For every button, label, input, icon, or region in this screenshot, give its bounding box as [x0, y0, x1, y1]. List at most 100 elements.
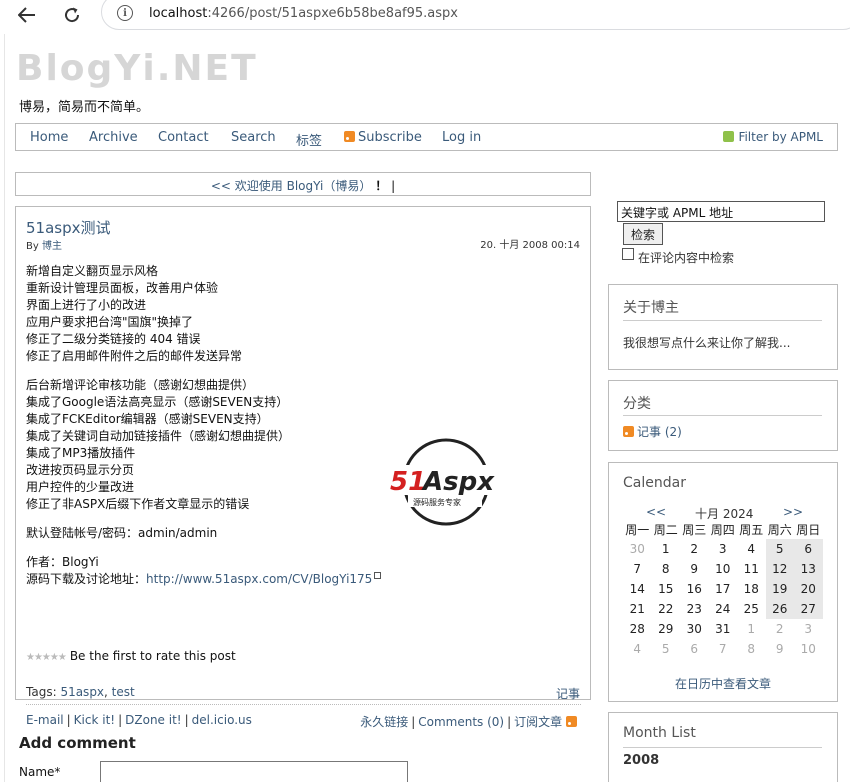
search-button[interactable]: 检索 [623, 223, 663, 245]
calendar-day[interactable]: 10 [794, 639, 823, 659]
calendar-day[interactable]: 9 [766, 639, 795, 659]
calendar-day[interactable]: 29 [652, 619, 681, 639]
calendar-day[interactable]: 27 [794, 599, 823, 619]
calendar-day[interactable]: 24 [709, 599, 738, 619]
calendar-day[interactable]: 7 [623, 559, 652, 579]
rss-icon[interactable] [566, 716, 577, 727]
calendar-day[interactable]: 5 [652, 639, 681, 659]
subscribe-post-link[interactable]: 订阅文章 [514, 715, 562, 729]
filter-apml-link[interactable]: Filter by APML [723, 130, 823, 144]
categories-title: 分类 [623, 396, 651, 412]
calendar-day[interactable]: 5 [765, 539, 794, 559]
tag-link[interactable]: test [112, 685, 135, 699]
monthlist-box: Month List 2008 [608, 712, 838, 782]
svg-text:源码服务专家: 源码服务专家 [413, 497, 461, 507]
calendar-view-link[interactable]: 在日历中查看文章 [609, 675, 837, 692]
calendar-day[interactable]: 30 [680, 619, 709, 639]
calendar-day[interactable]: 12 [765, 559, 794, 579]
calendar-day[interactable]: 2 [680, 539, 709, 559]
post-title[interactable]: 51aspx测试 [26, 217, 111, 238]
calendar-day[interactable]: 8 [737, 639, 766, 659]
calendar-day[interactable]: 1 [652, 539, 681, 559]
rating-stars-icon[interactable]: ★★★★★ [26, 652, 67, 663]
calendar-day[interactable]: 8 [652, 559, 681, 579]
calendar-day[interactable]: 31 [709, 619, 738, 639]
menu-archive[interactable]: Archive [89, 130, 138, 145]
calendar-day[interactable]: 30 [623, 539, 652, 559]
divider [623, 415, 822, 416]
site-title[interactable]: BlogYi.NET [16, 48, 258, 89]
calendar-day[interactable]: 15 [652, 579, 681, 599]
calendar-weekday: 周五 [739, 522, 764, 537]
search-input[interactable]: 关键字或 APML 地址 [617, 201, 825, 222]
site-info-icon[interactable]: i [117, 5, 133, 21]
share-delicious[interactable]: del.icio.us [192, 713, 252, 727]
calendar-prev[interactable]: << [646, 505, 666, 519]
calendar-day[interactable]: 4 [623, 639, 652, 659]
calendar-day[interactable]: 17 [709, 579, 738, 599]
share-kickit[interactable]: Kick it! [74, 713, 115, 727]
calendar-day[interactable]: 11 [737, 559, 766, 579]
share-links: E-mail | Kick it! | DZone it! | del.icio.us [26, 713, 252, 727]
post-byline: By 博主 [26, 241, 62, 252]
calendar-day[interactable]: 10 [709, 559, 738, 579]
search-comments-checkbox[interactable] [622, 248, 634, 260]
calendar-day[interactable]: 28 [623, 619, 652, 639]
calendar-day[interactable]: 7 [709, 639, 738, 659]
post-author-link[interactable]: 博主 [42, 241, 62, 252]
tag-link[interactable]: 51aspx [60, 685, 104, 699]
calendar-day[interactable]: 20 [794, 579, 823, 599]
calendar-day[interactable]: 22 [652, 599, 681, 619]
calendar-day[interactable]: 18 [737, 579, 766, 599]
calendar-day[interactable]: 16 [680, 579, 709, 599]
calendar-day[interactable]: 9 [680, 559, 709, 579]
author-line: 作者：BlogYi [26, 555, 99, 569]
calendar-day[interactable]: 3 [709, 539, 738, 559]
welcome-link[interactable]: << 欢迎使用 BlogYi（博易） [211, 179, 372, 193]
name-label: Name* [19, 765, 61, 779]
category-item-link[interactable]: 记事 (2) [623, 423, 682, 440]
calendar-day[interactable]: 1 [737, 619, 766, 639]
calendar-day[interactable]: 13 [794, 559, 823, 579]
share-email[interactable]: E-mail [26, 713, 64, 727]
calendar-day[interactable]: 3 [794, 619, 823, 639]
menu-contact[interactable]: Contact [158, 130, 209, 145]
calendar-day[interactable]: 25 [737, 599, 766, 619]
menu-tags[interactable]: 标签 [296, 130, 322, 149]
about-title: 关于博主 [623, 300, 679, 316]
reload-icon[interactable] [59, 3, 85, 27]
comments-link[interactable]: Comments (0) [418, 715, 504, 729]
post-body: 新增自定义翻页显示风格 重新设计管理员面板，改善用户体验 界面上进行了小的改进 … [26, 263, 546, 588]
calendar-day[interactable]: 2 [766, 619, 795, 639]
menu-search[interactable]: Search [231, 130, 276, 145]
share-dzone[interactable]: DZone it! [125, 713, 181, 727]
calendar-grid: 周一 周二 周三 周四 周五 周六 周日 30 1 2 3 4 5 6 7 8 9 10 11 12 13 14 15 16… [623, 519, 823, 659]
permalink[interactable]: 永久链接 [360, 715, 408, 729]
calendar-next[interactable]: >> [783, 505, 803, 519]
calendar-day[interactable]: 26 [765, 599, 794, 619]
calendar-day[interactable]: 23 [680, 599, 709, 619]
calendar-day[interactable]: 6 [794, 539, 823, 559]
menu-home[interactable]: Home [30, 130, 68, 145]
menu-subscribe[interactable]: Subscribe [344, 130, 422, 145]
post-category-link[interactable]: 记事 [556, 685, 580, 702]
main-menu: Home Archive Contact Search 标签 Subscribe… [15, 123, 838, 151]
calendar-day[interactable]: 6 [680, 639, 709, 659]
calendar-weekday: 周二 [653, 522, 678, 537]
post-rating: ★★★★★ Be the first to rate this post [26, 649, 236, 663]
calendar-day[interactable]: 14 [623, 579, 652, 599]
rss-icon[interactable] [623, 426, 634, 437]
calendar-day[interactable]: 21 [623, 599, 652, 619]
monthlist-year[interactable]: 2008 [623, 753, 659, 768]
external-link-icon [374, 572, 382, 579]
url-text[interactable]: localhost:4266/post/51aspxe6b58be8af95.a… [149, 6, 458, 21]
browser-toolbar: i localhost:4266/post/51aspxe6b58be8af95… [0, 0, 850, 34]
menu-login[interactable]: Log in [442, 130, 481, 145]
divider [623, 747, 822, 748]
name-input[interactable] [100, 761, 408, 782]
51aspx-logo: 51 Aspx 源码服务专家 [390, 438, 512, 526]
source-link[interactable]: http://www.51aspx.com/CV/BlogYi175 [146, 572, 372, 586]
back-arrow-icon[interactable] [14, 3, 40, 27]
calendar-day[interactable]: 19 [765, 579, 794, 599]
calendar-day[interactable]: 4 [737, 539, 766, 559]
